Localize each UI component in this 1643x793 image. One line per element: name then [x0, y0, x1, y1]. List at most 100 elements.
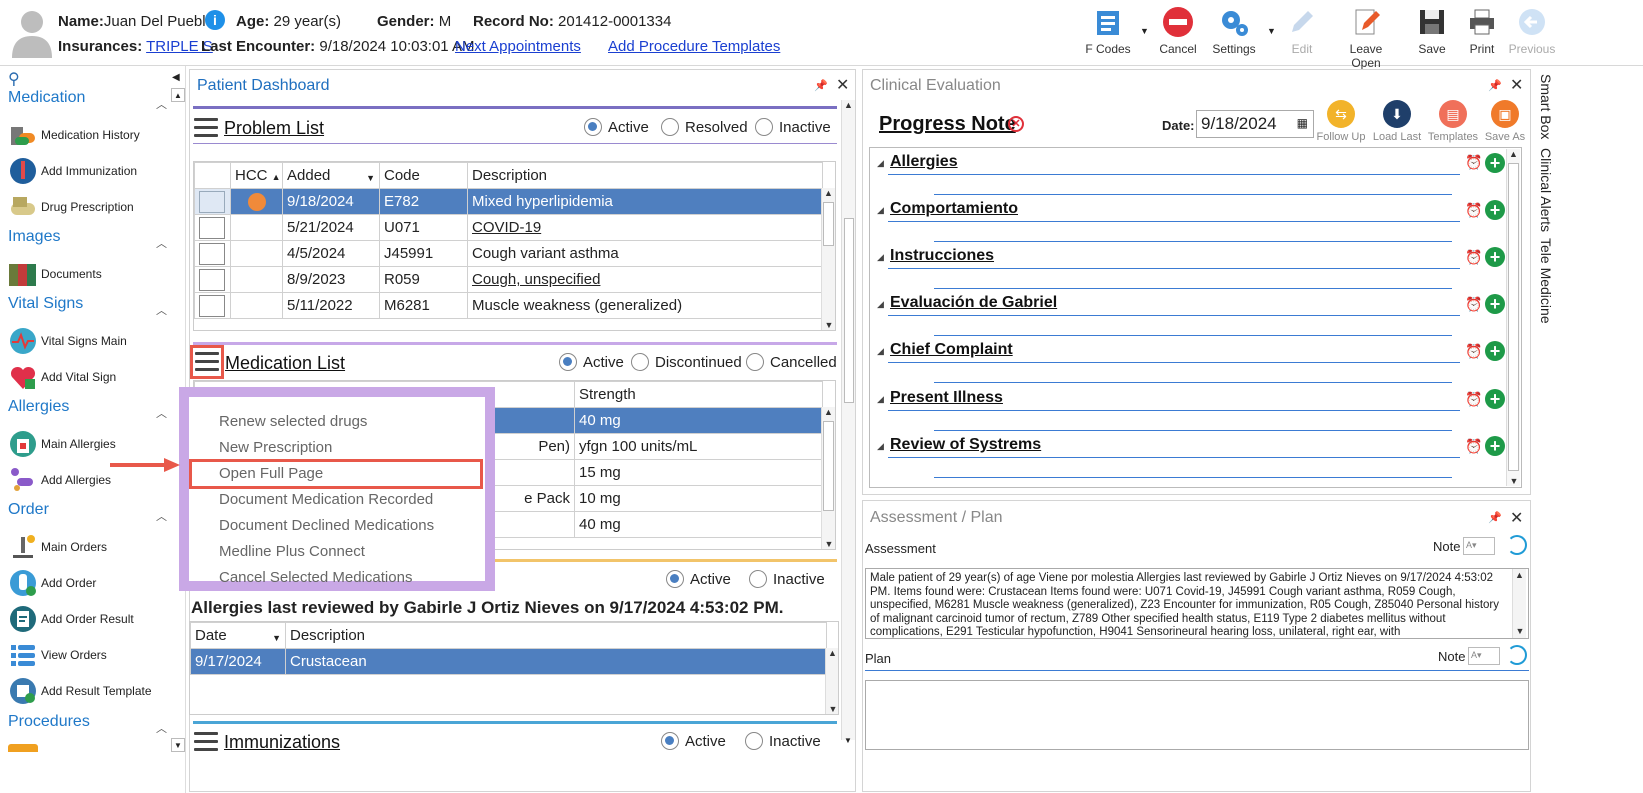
row-checkbox[interactable] — [199, 294, 225, 317]
add-section-button[interactable]: + — [1485, 341, 1505, 361]
added-column-header[interactable]: Added ▼ — [282, 162, 380, 189]
select-column-header[interactable] — [194, 162, 231, 189]
description-column-header[interactable]: Description — [467, 162, 823, 189]
pin-icon[interactable]: 📌 — [1488, 511, 1502, 524]
note-dropdown[interactable]: A▾ — [1463, 537, 1495, 555]
tab-tele-medicine[interactable]: Tele Medicine — [1538, 238, 1554, 324]
settings-button[interactable]: Settings — [1204, 6, 1264, 56]
allergy-radio-inactive[interactable]: Inactive — [749, 570, 825, 588]
add-procedure-templates-link[interactable]: Add Procedure Templates — [608, 38, 780, 55]
expand-triangle-icon[interactable]: ◢ — [877, 299, 884, 310]
progress-note-title[interactable]: Progress Note — [879, 113, 1016, 136]
sidebar-item-documents[interactable]: Documents — [8, 257, 102, 291]
add-section-button[interactable]: + — [1485, 153, 1505, 173]
cancel-button[interactable]: Cancel — [1148, 6, 1208, 56]
scroll-thumb[interactable] — [823, 421, 834, 511]
sidebar-item-add-vital-sign[interactable]: Add Vital Sign — [8, 360, 116, 394]
close-icon[interactable]: ✕ — [1510, 508, 1523, 528]
pin-icon[interactable]: 📌 — [1488, 79, 1502, 92]
scroll-down-arrow[interactable]: ▼ — [822, 320, 835, 330]
fcodes-button[interactable]: F Codes — [1078, 6, 1138, 56]
previous-button[interactable]: Previous — [1502, 6, 1562, 56]
expand-triangle-icon[interactable]: ◢ — [877, 394, 884, 405]
templates-button[interactable]: ▤ Templates — [1427, 100, 1479, 143]
medication-radio-cancelled[interactable]: Cancelled — [746, 353, 837, 371]
sidebar-item-add-order-result[interactable]: Add Order Result — [8, 602, 134, 636]
sidebar-item-vital-signs-main[interactable]: Vital Signs Main — [8, 324, 127, 358]
problem-radio-resolved[interactable]: Resolved — [661, 118, 748, 136]
description-link[interactable]: COVID-19 — [472, 219, 541, 236]
sidebar-item-main-allergies[interactable]: Main Allergies — [8, 427, 116, 461]
problem-list-title[interactable]: Problem List — [224, 118, 324, 139]
info-icon[interactable]: i — [205, 10, 225, 30]
clinical-scrollbar[interactable]: ▲ ▼ — [1506, 149, 1520, 486]
search-icon[interactable]: ⚲ — [8, 69, 20, 89]
menu-item-new-prescription[interactable]: New Prescription — [219, 439, 332, 456]
immunization-radio-inactive[interactable]: Inactive — [745, 732, 821, 750]
collapse-chevron-icon[interactable]: ︿ — [156, 720, 167, 736]
collapse-chevron-icon[interactable]: ︿ — [156, 405, 167, 421]
menu-item-renew-selected-drugs[interactable]: Renew selected drugs — [219, 413, 367, 430]
scroll-down-arrow[interactable]: ▼ — [826, 704, 838, 714]
scroll-up-arrow[interactable]: ▲ — [842, 100, 855, 110]
section-evaluacion-de-gabriel[interactable]: Evaluación de Gabriel — [890, 294, 1057, 312]
expand-triangle-icon[interactable]: ◢ — [877, 346, 884, 357]
row-checkbox[interactable] — [199, 190, 225, 213]
alarm-clock-icon[interactable]: ⏰ — [1465, 391, 1482, 408]
menu-item-open-full-page[interactable]: Open Full Page — [219, 465, 323, 482]
close-icon[interactable]: ✕ — [836, 75, 849, 95]
refresh-icon[interactable] — [1507, 535, 1527, 555]
save-as-button[interactable]: ▣ Save As — [1482, 100, 1528, 143]
tab-smart-box[interactable]: Smart Box — [1538, 74, 1554, 139]
problem-radio-active[interactable]: Active — [584, 118, 649, 136]
hcc-column-header[interactable]: HCC ▲ — [230, 162, 283, 189]
table-row[interactable]: 9/18/2024 E782 Mixed hyperlipidemia — [194, 188, 823, 215]
section-review-of-systrems[interactable]: Review of Systrems — [890, 436, 1041, 454]
problem-table-scrollbar[interactable]: ▲ ▼ — [821, 188, 835, 330]
medication-table-scrollbar[interactable]: ▲ ▼ — [821, 407, 835, 549]
allergy-description-header[interactable]: Description — [285, 622, 827, 649]
sidebar-section-allergies[interactable]: Allergies — [8, 398, 69, 416]
row-checkbox[interactable] — [199, 216, 225, 239]
load-last-button[interactable]: ⬇ Load Last — [1372, 100, 1422, 143]
assessment-scrollbar[interactable]: ▲ ▼ — [1512, 569, 1526, 638]
expand-triangle-icon[interactable]: ◢ — [877, 158, 884, 169]
scroll-thumb[interactable] — [823, 202, 834, 246]
add-section-button[interactable]: + — [1485, 436, 1505, 456]
add-section-button[interactable]: + — [1485, 294, 1505, 314]
immunizations-title[interactable]: Immunizations — [224, 732, 340, 753]
plan-textarea[interactable] — [865, 680, 1529, 750]
medication-list-title[interactable]: Medication List — [225, 353, 345, 374]
collapse-sidebar-icon[interactable]: ◀ — [172, 72, 180, 83]
sidebar-section-vital-signs[interactable]: Vital Signs — [8, 295, 83, 313]
collapse-chevron-icon[interactable]: ︿ — [156, 96, 167, 112]
section-comportamiento[interactable]: Comportamiento — [890, 200, 1018, 218]
immunization-radio-active[interactable]: Active — [661, 732, 726, 750]
assessment-textarea[interactable]: Male patient of 29 year(s) of age Viene … — [865, 568, 1529, 639]
sidebar-item-add-allergies[interactable]: Add Allergies — [8, 463, 111, 497]
alarm-clock-icon[interactable]: ⏰ — [1465, 202, 1482, 219]
sidebar-section-order[interactable]: Order — [8, 501, 49, 519]
expand-triangle-icon[interactable]: ◢ — [877, 252, 884, 263]
refresh-icon[interactable] — [1507, 645, 1527, 665]
row-checkbox[interactable] — [199, 268, 225, 291]
section-present-illness[interactable]: Present Illness — [890, 389, 1003, 407]
alarm-clock-icon[interactable]: ⏰ — [1465, 343, 1482, 360]
strength-column-header[interactable]: Strength — [574, 381, 823, 408]
date-field[interactable]: 9/18/2024 ▦ — [1196, 110, 1314, 138]
scroll-up-arrow[interactable]: ▲ — [826, 648, 838, 658]
scroll-thumb[interactable] — [1508, 163, 1519, 471]
scroll-up-arrow[interactable]: ▲ — [822, 188, 835, 198]
table-row[interactable]: 9/17/2024 Crustacean — [190, 648, 827, 675]
sidebar-scroll-down[interactable]: ▼ — [171, 738, 185, 752]
leave-open-button[interactable]: Leave Open — [1334, 6, 1398, 70]
dashboard-scroll-down[interactable]: ▼ — [841, 736, 855, 750]
close-icon[interactable]: ✕ — [1510, 75, 1523, 95]
date-column-header[interactable]: Date ▼ — [190, 622, 286, 649]
scroll-down-arrow[interactable]: ▼ — [822, 539, 835, 549]
problem-list-menu-icon[interactable] — [194, 118, 218, 138]
alarm-clock-icon[interactable]: ⏰ — [1465, 296, 1482, 313]
section-chief-complaint[interactable]: Chief Complaint — [890, 341, 1013, 359]
section-instrucciones[interactable]: Instrucciones — [890, 247, 994, 265]
scroll-up-arrow[interactable]: ▲ — [1513, 569, 1526, 583]
